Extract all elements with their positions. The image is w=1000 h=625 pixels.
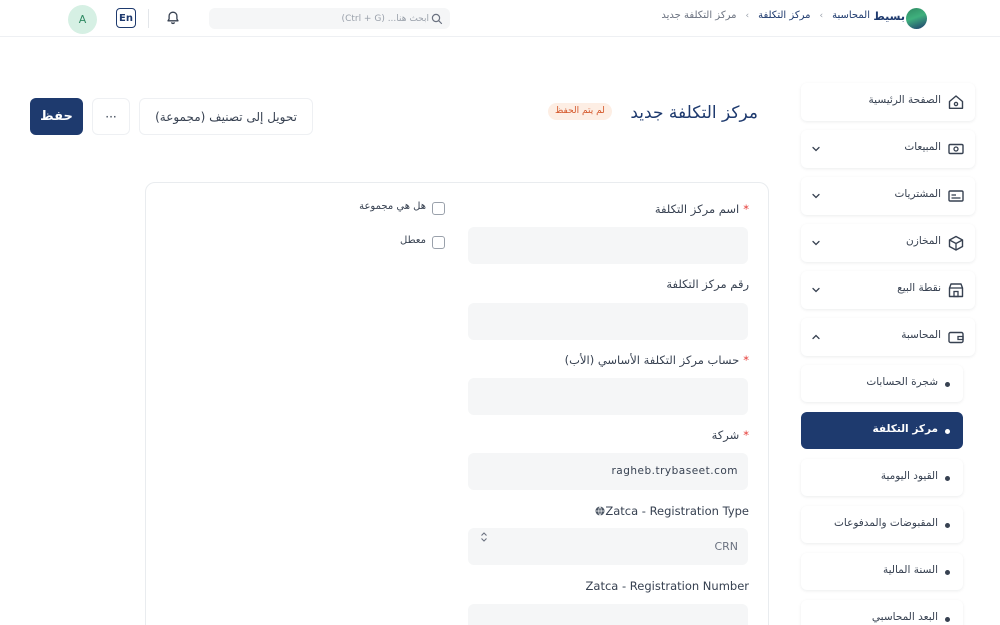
disabled-row: معطل [340, 235, 445, 251]
save-button[interactable]: حفظ [30, 98, 83, 135]
divider [148, 9, 149, 28]
is-group-checkbox[interactable] [432, 202, 445, 215]
cash-icon [948, 143, 964, 155]
sidebar-item-inventory[interactable]: المخازن [801, 224, 975, 262]
registration-number-label: Zatca - Registration Number [585, 579, 749, 593]
chevron-down-icon [812, 193, 820, 199]
card-icon [948, 190, 964, 202]
registration-type-label: Zatca - Registration Type [592, 504, 749, 518]
sidebar-subitem-journal-entries[interactable]: القيود اليومية [801, 459, 963, 496]
bullet-icon [945, 476, 950, 481]
avatar[interactable]: A [68, 5, 97, 34]
bullet-icon [945, 570, 950, 575]
sidebar-item-label: المشتريات [894, 188, 941, 200]
cost-center-name-field[interactable] [468, 227, 748, 264]
registration-type-select[interactable]: CRN [468, 528, 748, 565]
chevron-up-icon [812, 334, 820, 340]
required-mark: * [743, 353, 749, 367]
brand-name[interactable]: بسيط [873, 10, 905, 23]
globe-icon [595, 506, 605, 516]
convert-to-group-button[interactable]: تحويل إلى تصنيف (مجموعة) [139, 98, 313, 135]
parent-account-field[interactable] [468, 378, 748, 415]
chevron-down-icon [812, 146, 820, 152]
more-actions-button[interactable]: ··· [92, 98, 130, 135]
language-toggle[interactable]: En [116, 8, 136, 28]
sidebar-subitem-chart-of-accounts[interactable]: شجرة الحسابات [801, 365, 963, 402]
select-arrows-icon [481, 532, 487, 542]
cost-center-number-field[interactable] [468, 303, 748, 340]
chevron-down-icon [812, 287, 820, 293]
sidebar-item-label: نقطة البيع [897, 282, 941, 294]
chevron-down-icon [812, 240, 820, 246]
bell-icon[interactable] [165, 10, 181, 26]
top-navbar: A En المحاسبة › مركز التكلفة › مركز التكلفة … [0, 0, 1000, 37]
sidebar-item-home[interactable]: الصفحة الرئيسية [801, 83, 975, 121]
required-mark: * [743, 202, 749, 216]
sidebar-subitem-cost-center[interactable]: مركز التكلفة [801, 412, 963, 449]
breadcrumb-cost-center[interactable]: مركز التكلفة [758, 10, 810, 21]
breadcrumb-separator: › [819, 11, 824, 21]
home-icon [948, 95, 964, 109]
breadcrumb: المحاسبة › مركز التكلفة › مركز التكلفة جديد [661, 10, 870, 21]
bullet-icon [945, 382, 950, 387]
status-badge: لم يتم الحفظ [548, 103, 612, 120]
sidebar-subitem-label: القيود اليومية [880, 470, 938, 482]
brand-logo[interactable] [906, 8, 927, 29]
search-input[interactable] [239, 8, 429, 29]
is-group-label: هل هي مجموعة [359, 201, 426, 212]
breadcrumb-accounting[interactable]: المحاسبة [832, 10, 870, 21]
company-field[interactable]: ragheb.trybaseet.com [468, 453, 748, 490]
sidebar-item-label: المبيعات [904, 141, 941, 153]
cost-center-name-label: *اسم مركز التكلفة [654, 202, 749, 216]
sidebar-subitem-label: شجرة الحسابات [866, 376, 938, 388]
search-icon [431, 13, 443, 25]
search-bar [209, 8, 450, 29]
sidebar-item-sales[interactable]: المبيعات [801, 130, 975, 168]
sidebar-subitem-accounting-dimension[interactable]: البعد المحاسبي [801, 600, 963, 625]
breadcrumb-current: مركز التكلفة جديد [661, 10, 737, 21]
sidebar-subitem-fiscal-year[interactable]: السنة المالية [801, 553, 963, 590]
sidebar-subitem-label: البعد المحاسبي [871, 611, 938, 623]
box-icon [948, 235, 964, 251]
sidebar-item-label: الصفحة الرئيسية [868, 94, 941, 106]
company-label: *شركة [711, 428, 749, 442]
bullet-icon [945, 523, 950, 528]
page-title: مركز التكلفة جديد [630, 103, 758, 123]
bullet-icon [945, 429, 950, 434]
breadcrumb-separator: › [745, 11, 750, 21]
sidebar-item-label: المخازن [906, 235, 941, 247]
cost-center-number-label: رقم مركز التكلفة [666, 277, 749, 291]
required-mark: * [743, 428, 749, 442]
disabled-checkbox[interactable] [432, 236, 445, 249]
sidebar-subitem-receipts-payments[interactable]: المقبوضات والمدفوعات [801, 506, 963, 543]
registration-number-field[interactable] [468, 604, 748, 625]
disabled-label: معطل [400, 235, 426, 246]
sidebar-subitem-label: المقبوضات والمدفوعات [834, 517, 938, 529]
sidebar-item-label: المحاسبة [901, 329, 941, 341]
bullet-icon [945, 617, 950, 622]
sidebar-subitem-label: مركز التكلفة [872, 423, 938, 435]
is-group-row: هل هي مجموعة [340, 201, 445, 217]
store-icon [948, 283, 964, 298]
wallet-icon [948, 331, 964, 344]
sidebar-item-purchases[interactable]: المشتريات [801, 177, 975, 215]
sidebar-item-accounting[interactable]: المحاسبة [801, 318, 975, 356]
sidebar-subitem-label: السنة المالية [882, 564, 938, 576]
sidebar-item-pos[interactable]: نقطة البيع [801, 271, 975, 309]
parent-account-label: *حساب مركز التكلفة الأساسي (الأب) [564, 353, 749, 367]
